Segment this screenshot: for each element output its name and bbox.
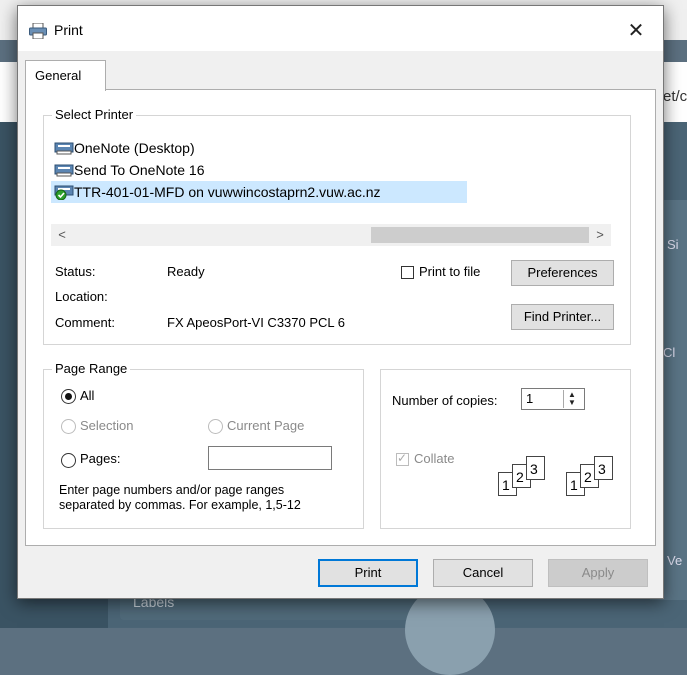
dialog-title: Print [54,22,83,38]
printer-icon [29,23,47,39]
print-to-file-label[interactable]: Print to file [419,264,480,279]
printer-name: OneNote (Desktop) [74,140,195,156]
select-printer-legend: Select Printer [52,107,137,122]
spin-down-icon[interactable]: ▼ [568,399,576,407]
collate-label[interactable]: Collate [414,451,454,466]
tab-general[interactable]: General [25,60,106,91]
printer-item-send-to-onenote[interactable]: Send To OneNote 16 [51,159,271,181]
scrollbar-thumb[interactable] [73,227,368,243]
pages-label[interactable]: Pages: [80,451,120,466]
printer-item-onenote-desktop[interactable]: OneNote (Desktop) [51,137,271,159]
current-page-radio[interactable] [208,419,223,434]
page-range-legend: Page Range [52,361,131,376]
collate-page: 3 [526,456,545,480]
page-range-help-line1: Enter page numbers and/or page ranges [59,483,285,497]
tab-general-label: General [35,68,82,83]
dialog-titlebar[interactable]: Print ✕ [18,6,663,51]
scroll-left-icon[interactable]: < [51,224,73,246]
copies-spinner[interactable]: ▲ ▼ [563,390,583,408]
collate-checkbox[interactable] [396,451,409,466]
preferences-button[interactable]: Preferences [511,260,614,286]
current-page-label[interactable]: Current Page [227,418,304,433]
comment-label: Comment: [55,315,115,330]
background-fragment-si: Si [667,237,679,252]
apply-button[interactable]: Apply [548,559,648,587]
status-value: Ready [167,264,205,279]
print-dialog: Print ✕ General Select Printer OneNote (… [17,5,664,599]
default-printer-icon [54,185,74,200]
all-radio[interactable] [61,389,76,404]
printer-item-ttr-401-01-mfd[interactable]: TTR-401-01-MFD on vuwwincostaprn2.vuw.ac… [51,181,467,203]
printer-icon [54,142,74,155]
cancel-button[interactable]: Cancel [433,559,533,587]
scrollbar-track[interactable] [371,227,589,243]
background-url-fragment: et/c [663,88,687,105]
printer-name: Send To OneNote 16 [74,162,205,178]
pages-input[interactable] [208,446,332,470]
location-label: Location: [55,289,108,304]
pages-radio[interactable] [61,453,76,468]
background-fragment-cl: Cl [663,345,676,360]
status-label: Status: [55,264,96,279]
close-button[interactable]: ✕ [616,15,656,47]
close-icon: ✕ [627,20,645,42]
all-label[interactable]: All [80,388,94,403]
page-range-help-line2: separated by commas. For example, 1,5-12 [59,498,301,512]
selection-radio[interactable] [61,419,76,434]
selection-label[interactable]: Selection [80,418,133,433]
find-printer-button[interactable]: Find Printer... [511,304,614,330]
printer-icon [54,164,74,177]
number-of-copies-label: Number of copies: [392,393,498,408]
print-to-file-checkbox[interactable] [401,266,414,279]
scroll-right-icon[interactable]: > [589,224,611,246]
print-button[interactable]: Print [318,559,418,587]
comment-value: FX ApeosPort-VI C3370 PCL 6 [167,315,346,330]
background-fragment-ve: Ve [667,553,683,568]
copies-value: 1 [526,391,534,406]
printer-list-scrollbar[interactable]: < > [51,224,611,246]
printer-name: TTR-401-01-MFD on vuwwincostaprn2.vuw.ac… [74,184,381,200]
collate-page: 3 [594,456,613,480]
